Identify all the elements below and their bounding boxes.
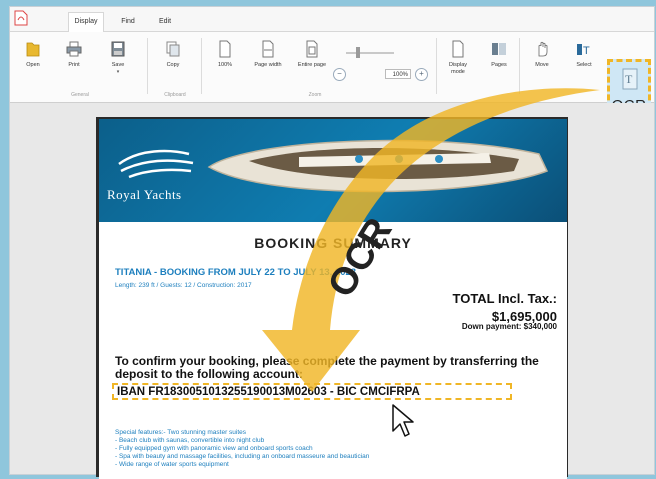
window-frame: Display Find Edit Open Print Save ▾ Copy	[0, 0, 656, 479]
copy-icon	[166, 41, 180, 57]
zoom-level-field[interactable]: 100%	[385, 69, 411, 79]
display-mode-label: Display mode	[448, 62, 468, 75]
ribbon-separator	[147, 38, 148, 94]
chevron-down-icon[interactable]: ▾	[103, 69, 133, 76]
features-title: Special features:- Two stunning master s…	[115, 429, 247, 436]
entire-page-button[interactable]: Entire page	[297, 40, 327, 69]
display-mode-icon	[452, 40, 464, 58]
folder-icon	[26, 42, 40, 57]
tab-find[interactable]: Find	[118, 13, 138, 31]
yacht-specs: Length: 239 ft / Guests: 12 / Constructi…	[115, 282, 252, 289]
feature-item: - Wide range of water sports equipment	[115, 461, 229, 468]
ribbon-toolbar: Open Print Save ▾ Copy 100% Page width E…	[10, 32, 654, 118]
text-select-icon: T	[577, 44, 590, 57]
save-label: Save	[111, 62, 125, 68]
down-payment: Down payment: $340,000	[461, 322, 557, 331]
zoom-slider-track[interactable]	[346, 52, 394, 54]
group-label-clipboard: Clipboard	[164, 92, 186, 98]
tab-display[interactable]: Display	[68, 12, 104, 33]
iban-text: IBAN FR1830051013255190013M02603 - BIC C…	[117, 386, 420, 398]
move-label: Move	[535, 62, 549, 68]
print-button[interactable]: Print	[59, 40, 89, 69]
yacht-banner-image: Royal Yachts	[99, 119, 567, 222]
page-width-icon	[262, 40, 274, 58]
copy-button[interactable]: Copy	[158, 40, 188, 69]
iban-selection-box[interactable]: IBAN FR1830051013255190013M02603 - BIC C…	[112, 383, 512, 400]
booking-subtitle: TITANIA - BOOKING FROM JULY 22 TO JULY 1…	[115, 267, 357, 278]
move-button[interactable]: Move	[527, 40, 557, 69]
svg-text:T: T	[625, 72, 633, 86]
zoom-in-button[interactable]: +	[415, 68, 428, 81]
display-mode-button[interactable]: Display mode	[443, 40, 473, 76]
yacht-illustration	[118, 139, 549, 193]
group-label-general: General	[71, 92, 89, 98]
hand-icon	[538, 41, 548, 57]
document-title: BOOKING SUMMARY	[254, 235, 412, 251]
total-label: TOTAL Incl. Tax.:	[452, 291, 558, 306]
open-button[interactable]: Open	[18, 40, 48, 69]
floppy-disk-icon	[111, 41, 125, 57]
confirm-paragraph: To confirm your booking, please complete…	[115, 354, 539, 381]
pdf-app-icon	[14, 10, 28, 26]
select-label: Select	[576, 62, 592, 68]
features-list: Special features:- Two stunning master s…	[115, 429, 545, 469]
ribbon-tab-strip: Display Find Edit	[10, 7, 654, 33]
ribbon-separator	[201, 38, 202, 94]
feature-item: - Beach club with saunas, convertible in…	[115, 437, 265, 444]
copy-label: Copy	[166, 62, 180, 68]
print-label: Print	[68, 62, 80, 68]
zoom-100-label: 100%	[217, 62, 233, 68]
pages-label: Pages	[491, 62, 507, 68]
entire-page-label: Entire page	[297, 62, 327, 68]
ocr-text-icon: T	[622, 68, 638, 90]
zoom-slider-thumb[interactable]	[356, 47, 360, 58]
zoom-100-button[interactable]: 100%	[210, 40, 240, 69]
zoom-out-button[interactable]: −	[333, 68, 346, 81]
printer-icon	[66, 41, 82, 57]
feature-item: - Spa with beauty and massage facilities…	[115, 453, 370, 460]
open-label: Open	[26, 62, 40, 68]
ribbon-separator	[519, 38, 520, 94]
tab-edit[interactable]: Edit	[155, 13, 175, 31]
page-width-label: Page width	[254, 62, 282, 68]
pages-button[interactable]: Pages	[484, 40, 514, 69]
brand-logo-text: Royal Yachts	[107, 187, 182, 202]
svg-text:T: T	[583, 45, 590, 57]
save-button[interactable]: Save ▾	[103, 40, 133, 76]
entire-page-icon	[306, 40, 318, 58]
page-icon	[219, 40, 231, 58]
page-width-button[interactable]: Page width	[253, 40, 283, 69]
group-label-zoom: Zoom	[308, 92, 322, 98]
ribbon-separator	[436, 38, 437, 94]
feature-item: - Fully equipped gym with panoramic view…	[115, 445, 313, 452]
document-page[interactable]: Royal Yachts BOOKING SUMMARY TITANIA - B…	[99, 119, 567, 479]
select-button[interactable]: T Select	[569, 40, 599, 69]
pages-icon	[492, 43, 506, 55]
